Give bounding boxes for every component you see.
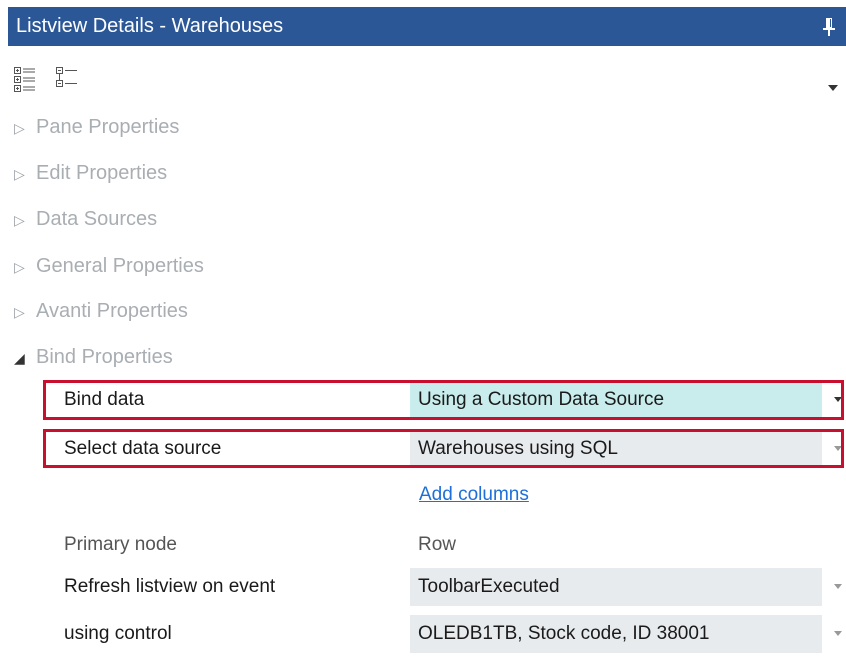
chevron-down-icon[interactable]	[834, 397, 842, 402]
expand-arrow-icon: ▷	[14, 212, 25, 228]
using-control-dropdown[interactable]: OLEDB1TB, Stock code, ID 38001	[410, 615, 822, 653]
bind-data-value: Using a Custom Data Source	[418, 389, 665, 410]
expand-arrow-icon: ▷	[14, 304, 25, 320]
chevron-down-icon[interactable]	[834, 446, 842, 451]
expand-arrow-icon: ▷	[14, 259, 25, 275]
bind-data-label: Bind data	[64, 389, 145, 410]
select-data-source-label: Select data source	[64, 438, 222, 459]
bind-data-row: Bind data Using a Custom Data Source	[44, 381, 846, 419]
panel-title: Listview Details - Warehouses	[16, 15, 284, 37]
section-label: Data Sources	[36, 208, 158, 230]
refresh-event-value: ToolbarExecuted	[418, 576, 560, 597]
collapse-arrow-icon: ◢	[14, 350, 25, 366]
refresh-on-event-row: Refresh listview on event ToolbarExecute…	[44, 568, 846, 606]
panel-title-bar: Listview Details - Warehouses	[8, 7, 846, 46]
expand-all-icon[interactable]	[14, 66, 36, 92]
pin-icon[interactable]	[822, 17, 836, 37]
bind-data-dropdown[interactable]: Using a Custom Data Source	[410, 381, 822, 419]
using-control-value: OLEDB1TB, Stock code, ID 38001	[418, 623, 710, 644]
section-label: General Properties	[36, 255, 204, 277]
add-columns-link[interactable]: Add columns	[419, 484, 529, 506]
primary-node-value-field: Row	[410, 526, 822, 564]
chevron-down-icon[interactable]	[834, 584, 842, 589]
section-avanti-properties[interactable]: ▷ Avanti Properties	[14, 296, 188, 326]
collapse-all-icon[interactable]	[56, 66, 78, 92]
refresh-event-dropdown[interactable]: ToolbarExecuted	[410, 568, 822, 606]
section-bind-properties[interactable]: ◢ Bind Properties	[14, 342, 173, 372]
section-label: Pane Properties	[36, 116, 180, 138]
section-pane-properties[interactable]: ▷ Pane Properties	[14, 112, 179, 142]
refresh-on-event-label: Refresh listview on event	[64, 576, 276, 597]
primary-node-row: Primary node Row	[44, 526, 846, 564]
primary-node-label: Primary node	[64, 534, 177, 555]
expand-arrow-icon: ▷	[14, 120, 25, 136]
expand-arrow-icon: ▷	[14, 166, 25, 182]
data-source-value: Warehouses using SQL	[418, 438, 618, 459]
section-data-sources[interactable]: ▷ Data Sources	[14, 204, 157, 234]
section-edit-properties[interactable]: ▷ Edit Properties	[14, 158, 167, 188]
primary-node-value: Row	[418, 534, 457, 555]
section-label: Avanti Properties	[36, 300, 188, 322]
section-label: Edit Properties	[36, 162, 168, 184]
chevron-down-icon[interactable]	[834, 631, 842, 636]
using-control-row: using control OLEDB1TB, Stock code, ID 3…	[44, 615, 846, 653]
section-label: Bind Properties	[36, 346, 173, 368]
data-source-dropdown[interactable]: Warehouses using SQL	[410, 430, 822, 468]
using-control-label: using control	[64, 623, 172, 644]
section-general-properties[interactable]: ▷ General Properties	[14, 251, 204, 281]
select-data-source-row: Select data source Warehouses using SQL	[44, 430, 846, 468]
toolbar-dropdown-icon[interactable]	[828, 85, 838, 91]
